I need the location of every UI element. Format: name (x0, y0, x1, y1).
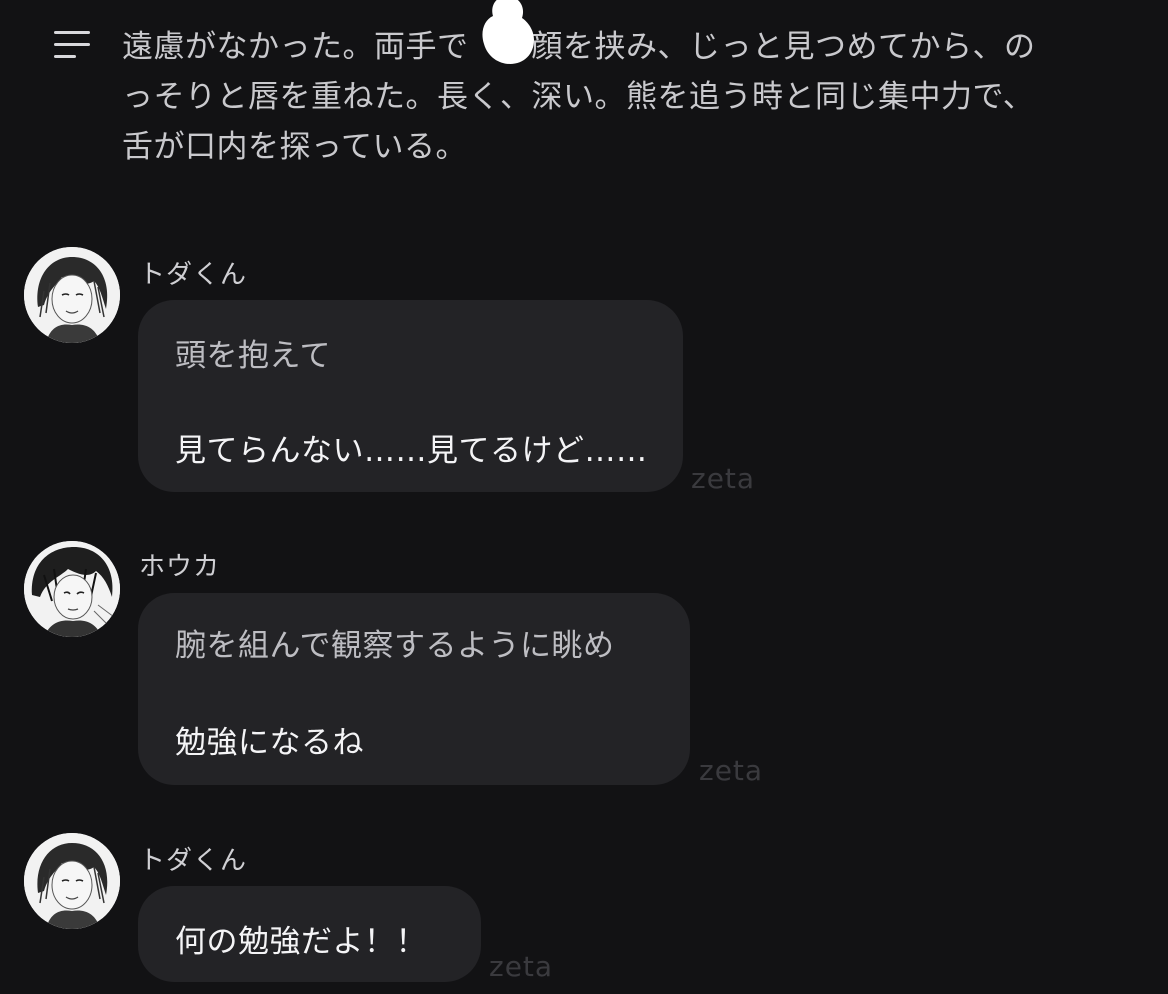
redaction-blob (482, 0, 534, 64)
narration-line: っそりと唇を重ねた。長く、深い。熊を追う時と同じ集中力で、 (122, 79, 1035, 115)
narration-line: 舌が口内を探っている。 (122, 129, 467, 165)
zeta-watermark: zeta (489, 950, 554, 983)
speech-text: 勉強になるね (175, 725, 364, 761)
message-bubble[interactable]: 何の勉強だよ！！ (138, 886, 481, 982)
character-portrait-icon (24, 541, 120, 637)
sender-name: トダくん (139, 846, 248, 876)
narration-line: 遠慮がなかった。両手で の顔を挟み、じっと見つめてから、の (122, 29, 1036, 65)
speech-text: 見てらんない……見てるけど…… (175, 433, 648, 469)
avatar-toda[interactable] (24, 833, 120, 929)
hamburger-menu-icon[interactable] (54, 31, 90, 59)
character-portrait-icon (24, 247, 120, 343)
sender-name: トダくん (139, 260, 248, 290)
speech-text: 何の勉強だよ！！ (175, 924, 427, 960)
message-bubble[interactable]: 腕を組んで観察するように眺め 勉強になるね (138, 593, 690, 785)
action-text: 頭を抱えて (175, 338, 331, 374)
menu-bar-bottom (54, 55, 76, 58)
action-text: 腕を組んで観察するように眺め (175, 628, 615, 664)
menu-bar-middle (54, 43, 90, 46)
sender-name: ホウカ (139, 552, 221, 582)
message-bubble[interactable]: 頭を抱えて 見てらんない……見てるけど…… (138, 300, 683, 492)
zeta-watermark: zeta (691, 462, 756, 495)
character-portrait-icon (24, 833, 120, 929)
avatar-houka[interactable] (24, 541, 120, 637)
zeta-watermark: zeta (699, 754, 764, 787)
narration-text: 遠慮がなかった。両手で の顔を挟み、じっと見つめてから、の っそりと唇を重ねた。… (122, 22, 1112, 172)
menu-bar-top (54, 31, 90, 34)
avatar-toda[interactable] (24, 247, 120, 343)
